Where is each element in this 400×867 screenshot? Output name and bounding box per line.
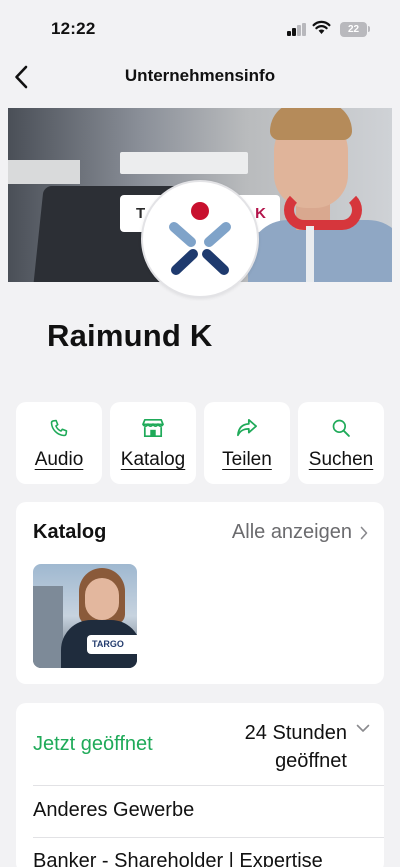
divider <box>33 837 384 838</box>
catalog-button[interactable]: Katalog <box>110 402 196 484</box>
status-bar: 12:22 22 <box>0 0 400 58</box>
open-status: Jetzt geöffnet <box>33 733 153 755</box>
share-button[interactable]: Teilen <box>204 402 290 484</box>
chevron-down-icon <box>356 724 370 732</box>
profile-logo <box>141 180 259 298</box>
hours-text: 24 Stunden geöffnet <box>245 719 347 775</box>
cellular-signal-icon <box>287 23 307 36</box>
page-title: Unternehmensinfo <box>124 66 276 85</box>
business-hours-card: Jetzt geöffnet 24 Stunden geöffnet Ander… <box>16 703 384 867</box>
action-buttons: Audio Katalog Teilen Suchen <box>16 402 384 484</box>
catalog-label: Katalog <box>120 449 186 470</box>
navigation-bar: Unternehmensinfo <box>0 58 400 100</box>
search-icon <box>332 419 350 437</box>
see-all-link[interactable]: Alle anzeigen <box>232 521 368 544</box>
business-name: Raimund K <box>47 318 213 353</box>
catalog-card: Katalog Alle anzeigen TARGO <box>16 502 384 684</box>
cover-person-image <box>238 108 392 282</box>
company-logo-icon <box>169 202 231 275</box>
store-icon <box>142 418 164 438</box>
catalog-title: Katalog <box>33 521 107 543</box>
battery-tip <box>368 26 370 32</box>
catalog-item-tag: TARGO <box>87 635 137 654</box>
divider <box>33 785 384 786</box>
business-category: Anderes Gewerbe <box>33 799 195 821</box>
battery-icon: 22 <box>340 22 367 37</box>
see-all-label: Alle anzeigen <box>231 521 352 543</box>
audio-label: Audio <box>34 449 84 470</box>
search-label: Suchen <box>308 449 374 470</box>
status-time: 12:22 <box>51 19 96 38</box>
hours-line-2: geöffnet <box>275 750 347 772</box>
phone-icon <box>50 419 68 437</box>
search-button[interactable]: Suchen <box>298 402 384 484</box>
share-label: Teilen <box>222 449 272 470</box>
audio-call-button[interactable]: Audio <box>16 402 102 484</box>
catalog-item-thumbnail[interactable]: TARGO <box>33 564 137 668</box>
hours-expand-button[interactable] <box>356 720 370 738</box>
wifi-icon <box>312 20 331 34</box>
business-description: Banker - Shareholder | Expertise <box>33 850 323 867</box>
chevron-right-icon <box>360 526 368 539</box>
battery-level: 22 <box>347 24 360 35</box>
hours-line-1: 24 Stunden <box>244 722 347 744</box>
share-icon <box>237 418 257 437</box>
